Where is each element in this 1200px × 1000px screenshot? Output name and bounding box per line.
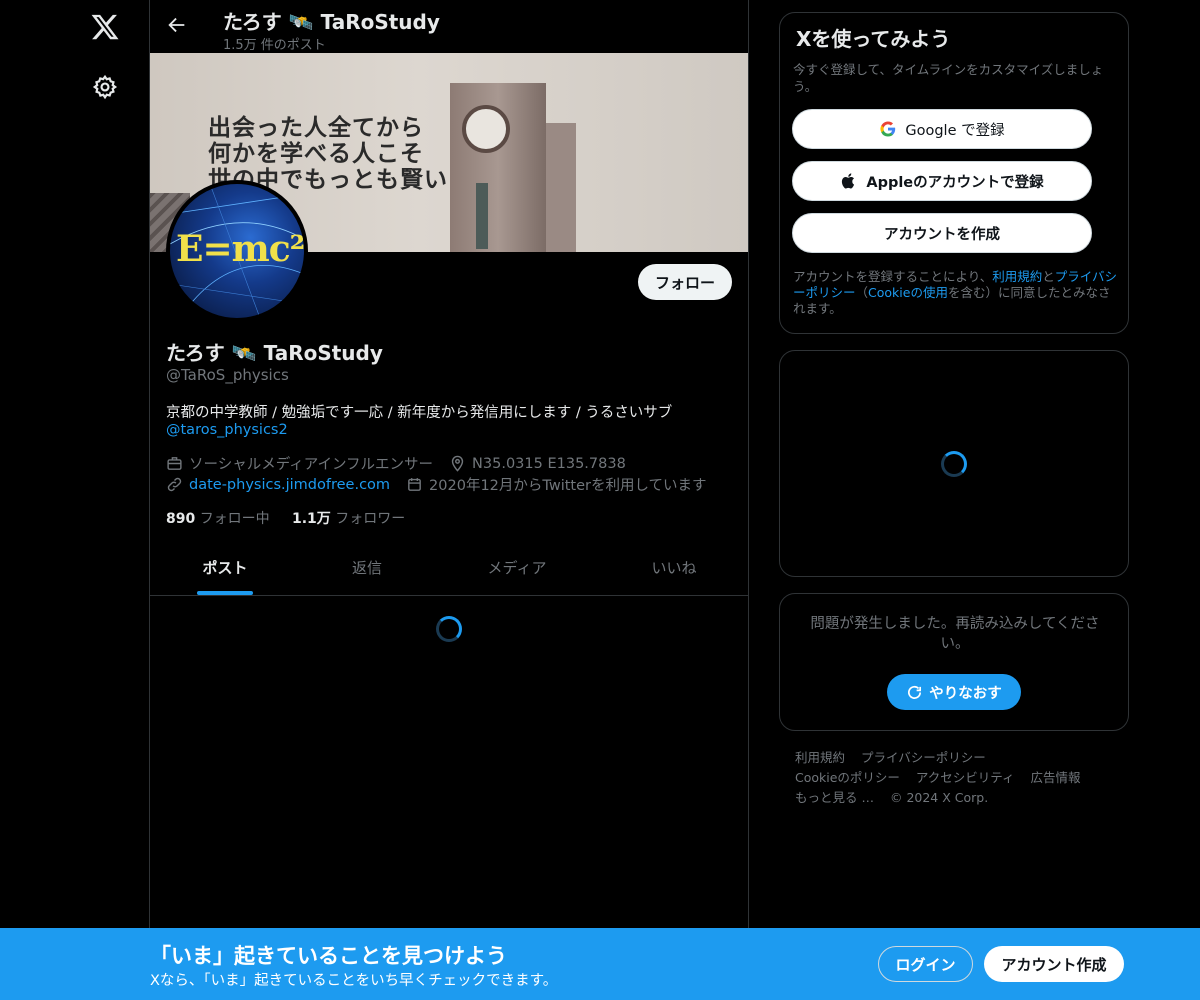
signup-subtitle: 今すぐ登録して、タイムラインをカスタマイズしましょう。 xyxy=(793,62,1104,94)
x-logo-icon[interactable] xyxy=(90,12,120,42)
google-icon xyxy=(880,121,896,137)
back-arrow-icon[interactable] xyxy=(166,14,188,36)
terms-link[interactable]: 利用規約 xyxy=(992,269,1042,284)
left-nav xyxy=(0,0,150,1000)
tab-media[interactable]: メディア xyxy=(434,540,600,596)
profile-tabs: ポスト 返信 メディア いいね xyxy=(150,540,748,596)
bio-mention-link[interactable]: @taros_physics2 xyxy=(166,422,288,438)
error-message: 問題が発生しました。再読み込みしてください。 xyxy=(810,616,1100,652)
header-post-count: 1.5万 件のポスト xyxy=(223,38,326,53)
signup-card: Xを使ってみよう 今すぐ登録して、タイムラインをカスタマイズしましょう。 Goo… xyxy=(779,12,1129,334)
avatar-formula: E=mc² xyxy=(176,228,305,270)
login-prompt-bar: 「いま」起きていることを見つけよう Xなら、「いま」起きていることをいち早くチェ… xyxy=(0,928,1200,1000)
create-account-button[interactable]: アカウントを作成 xyxy=(792,213,1092,253)
tab-replies[interactable]: 返信 xyxy=(300,540,434,596)
followers-count: 1.1万 xyxy=(291,511,331,527)
following-link[interactable]: 890 フォロー中 xyxy=(166,511,270,527)
link-icon xyxy=(167,477,182,492)
loading-card xyxy=(779,350,1129,577)
signup-button[interactable]: アカウント作成 xyxy=(984,946,1124,982)
terms-text: アカウントを登録することにより、 xyxy=(793,269,993,284)
footer-link-terms[interactable]: 利用規約 xyxy=(795,750,845,765)
profile-location: N35.0315 E135.7838 xyxy=(472,455,626,472)
footer-link-cookies[interactable]: Cookieのポリシー xyxy=(795,770,900,785)
retry-label: やりなおす xyxy=(929,685,1002,702)
briefcase-icon xyxy=(167,457,182,470)
apple-signup-label: Appleのアカウントで登録 xyxy=(866,174,1044,191)
refresh-icon xyxy=(908,685,922,699)
signup-title: Xを使ってみよう xyxy=(796,27,951,51)
retry-button[interactable]: やりなおす xyxy=(887,674,1021,710)
signup-terms: アカウントを登録することにより、利用規約とプライバシーポリシー（Cookieの使… xyxy=(793,269,1119,317)
cookie-use-link[interactable]: Cookieの使用 xyxy=(868,285,948,300)
terms-text: （ xyxy=(855,285,869,300)
active-tab-indicator xyxy=(197,591,253,595)
footer-link-more[interactable]: もっと見る … xyxy=(795,790,874,805)
profile-header-bar: たろす 🛰️ TaRoStudy 1.5万 件のポスト xyxy=(150,0,748,53)
sidebar-footer: 利用規約 プライバシーポリシー Cookieのポリシー アクセシビリティ 広告情… xyxy=(795,748,1115,808)
profile-bio: 京都の中学教師 / 勉強垢です一応 / 新年度から発信用にします / うるさいサ… xyxy=(166,405,673,421)
profile-column: たろす 🛰️ TaRoStudy 1.5万 件のポスト 出会った人全てから 何か… xyxy=(149,0,749,1000)
header-display-name: たろす 🛰️ TaRoStudy xyxy=(223,10,440,34)
google-signup-label: Google で登録 xyxy=(905,122,1005,139)
profile-meta-row-2: date-physics.jimdofree.com 2020年12月からTwi… xyxy=(166,474,707,495)
footer-copyright: © 2024 X Corp. xyxy=(889,790,989,805)
followers-link[interactable]: 1.1万 フォロワー xyxy=(292,511,405,527)
google-signup-button[interactable]: Google で登録 xyxy=(792,109,1092,149)
tower-wing xyxy=(546,123,576,252)
tower-window xyxy=(476,183,488,249)
tab-posts[interactable]: ポスト xyxy=(150,540,300,596)
banner-quote-line: 出会った人全てから xyxy=(208,114,424,141)
tab-likes[interactable]: いいね xyxy=(600,540,748,596)
follow-stats: 890 フォロー中 1.1万 フォロワー xyxy=(166,508,405,528)
footer-link-ads[interactable]: 広告情報 xyxy=(1031,770,1081,785)
follow-button[interactable]: フォロー xyxy=(638,264,732,300)
bottom-bar-subtitle: Xなら、「いま」起きていることをいち早くチェックできます。 xyxy=(150,973,558,989)
avatar[interactable]: E=mc² xyxy=(166,180,308,322)
profile-display-name: たろす 🛰️ TaRoStudy xyxy=(166,341,383,365)
following-count: 890 xyxy=(166,511,196,527)
profile-website-link[interactable]: date-physics.jimdofree.com xyxy=(189,477,390,493)
sidebar-loading-spinner xyxy=(941,451,967,477)
profile-profession: ソーシャルメディアインフルエンサー xyxy=(189,457,434,473)
profile-meta-row-1: ソーシャルメディアインフルエンサー N35.0315 E135.7838 xyxy=(166,453,626,474)
footer-link-accessibility[interactable]: アクセシビリティ xyxy=(916,770,1015,785)
clock-face xyxy=(462,105,510,153)
apple-signup-button[interactable]: Appleのアカウントで登録 xyxy=(792,161,1092,201)
bottom-bar-title: 「いま」起きていることを見つけよう xyxy=(150,944,507,968)
error-card: 問題が発生しました。再読み込みしてください。 やりなおす xyxy=(779,593,1129,731)
timeline-loading-spinner xyxy=(436,616,462,642)
location-pin-icon xyxy=(451,455,464,472)
gear-icon[interactable] xyxy=(92,74,118,100)
apple-icon xyxy=(842,173,855,189)
terms-text: と xyxy=(1042,269,1055,284)
create-account-label: アカウントを作成 xyxy=(884,226,1000,243)
profile-handle: @TaRoS_physics xyxy=(166,366,289,384)
following-label: フォロー中 xyxy=(199,511,270,527)
footer-link-privacy[interactable]: プライバシーポリシー xyxy=(861,750,986,765)
login-button[interactable]: ログイン xyxy=(878,946,973,982)
followers-label: フォロワー xyxy=(335,511,406,527)
banner-quote-line: 何かを学べる人こそ xyxy=(208,140,424,167)
profile-joined-date: 2020年12月からTwitterを利用しています xyxy=(429,478,707,494)
calendar-icon xyxy=(408,478,421,491)
